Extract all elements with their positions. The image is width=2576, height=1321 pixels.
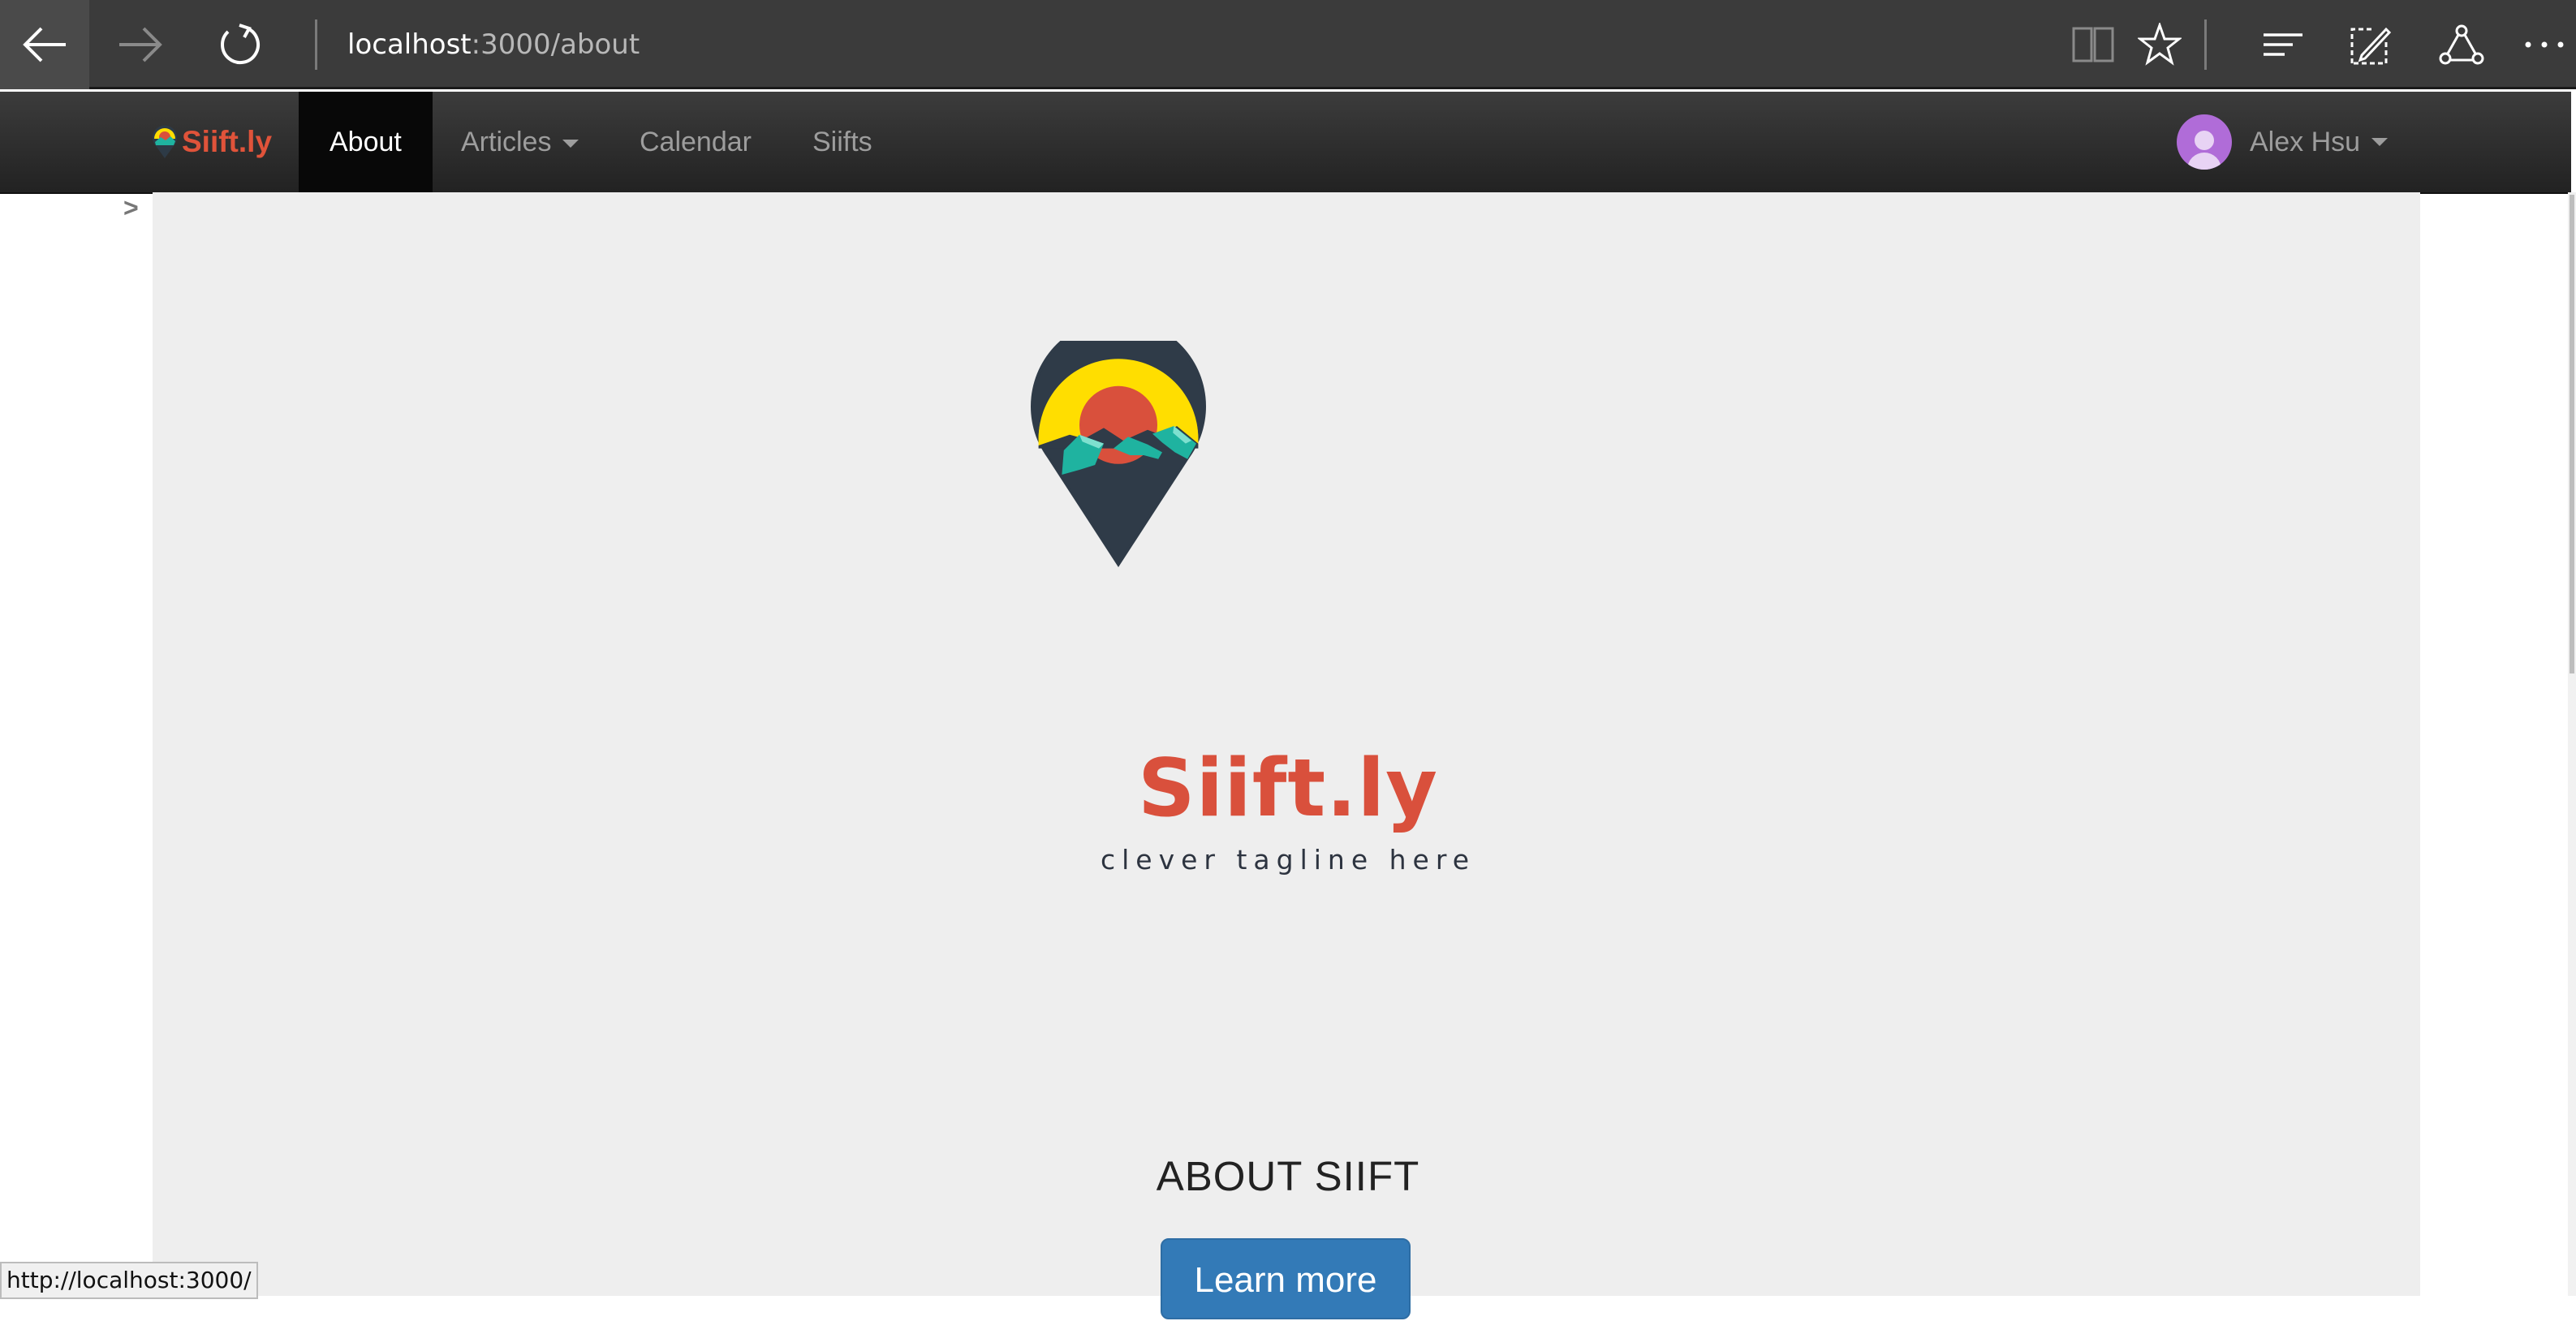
url-path: :3000/about bbox=[471, 28, 640, 61]
user-icon bbox=[2187, 131, 2221, 170]
logo-wordmark: Siift.ly bbox=[1138, 742, 1438, 835]
share-button[interactable] bbox=[2425, 0, 2498, 89]
browser-toolbar: localhost:3000/about bbox=[0, 0, 2576, 89]
book-icon bbox=[2072, 27, 2114, 62]
nav-about-label: About bbox=[330, 127, 402, 157]
pin-logo-icon bbox=[153, 125, 177, 158]
scrollbar-thumb[interactable] bbox=[2570, 195, 2574, 673]
nav-about[interactable]: About bbox=[299, 92, 433, 192]
forward-button[interactable] bbox=[96, 0, 185, 89]
web-note-button[interactable] bbox=[2334, 0, 2407, 89]
nav-siifts[interactable]: Siifts bbox=[782, 92, 903, 192]
siiftly-pin-logo bbox=[1031, 341, 1206, 567]
hub-icon bbox=[2264, 33, 2302, 56]
star-icon bbox=[2138, 23, 2182, 66]
status-bar-url: http://localhost:3000/ bbox=[0, 1262, 258, 1299]
brand-link[interactable]: Siift.ly bbox=[151, 92, 272, 192]
avatar bbox=[2177, 114, 2232, 170]
reading-view-button[interactable] bbox=[2057, 0, 2130, 89]
refresh-button[interactable] bbox=[195, 0, 284, 89]
nav-articles[interactable]: Articles bbox=[430, 92, 610, 192]
divider bbox=[2204, 19, 2207, 70]
site-navbar: Siift.ly About Articles Calendar Siifts … bbox=[0, 92, 2571, 194]
divider bbox=[315, 19, 317, 70]
brand-label: Siift.ly bbox=[182, 125, 273, 158]
pen-icon bbox=[2350, 27, 2392, 65]
address-bar[interactable]: localhost:3000/about bbox=[347, 0, 640, 89]
back-button[interactable] bbox=[0, 0, 89, 89]
nav-calendar-label: Calendar bbox=[640, 127, 752, 157]
breadcrumb-marker: > bbox=[123, 193, 139, 222]
learn-more-button[interactable]: Learn more bbox=[1161, 1238, 1411, 1319]
refresh-icon bbox=[221, 24, 260, 65]
caret-down-icon bbox=[2371, 138, 2389, 146]
url-host: localhost bbox=[347, 28, 472, 61]
more-button[interactable] bbox=[2513, 0, 2576, 89]
favorite-button[interactable] bbox=[2123, 0, 2196, 89]
about-heading: ABOUT SIIFT bbox=[1156, 1153, 1420, 1199]
share-icon bbox=[2439, 24, 2484, 65]
more-icon bbox=[2525, 41, 2564, 48]
hub-button[interactable] bbox=[2246, 0, 2320, 89]
logo-tagline: clever tagline here bbox=[1100, 844, 1476, 876]
user-name: Alex Hsu bbox=[2250, 126, 2361, 157]
arrow-right-icon bbox=[119, 27, 162, 62]
arrow-left-icon bbox=[23, 27, 66, 62]
nav-articles-label: Articles bbox=[461, 127, 552, 157]
user-menu[interactable]: Alex Hsu bbox=[2177, 92, 2389, 192]
nav-siifts-label: Siifts bbox=[812, 127, 872, 157]
nav-calendar[interactable]: Calendar bbox=[609, 92, 782, 192]
caret-down-icon bbox=[562, 140, 579, 148]
